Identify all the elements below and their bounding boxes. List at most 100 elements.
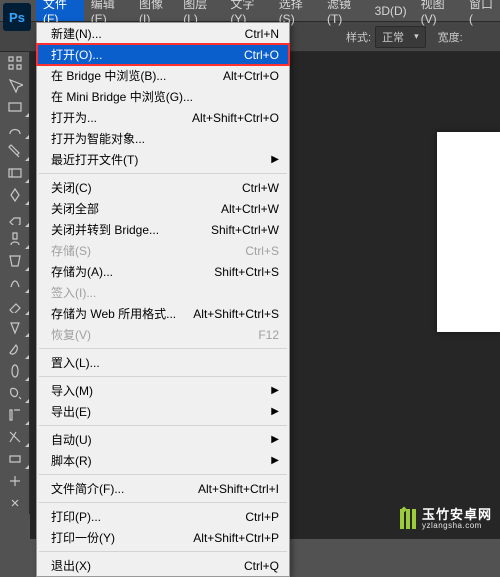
menu-item-23[interactable]: 脚本(R) ▶	[37, 450, 289, 471]
menu-item-label: 签入(I)...	[51, 284, 96, 301]
menu-separator	[39, 474, 287, 475]
chevron-right-icon: ▶	[271, 385, 279, 396]
menu-item-shortcut: Alt+Shift+Ctrl+I	[198, 482, 279, 496]
menu-item-label: 打开为智能对象...	[51, 130, 145, 147]
menu-item-5[interactable]: 打开为智能对象...	[37, 128, 289, 149]
menu-item-shortcut: Shift+Ctrl+W	[211, 223, 279, 237]
menu-item-shortcut: Ctrl+S	[245, 244, 279, 258]
menu-item-10[interactable]: 关闭并转到 Bridge... Shift+Ctrl+W	[37, 219, 289, 240]
stamp-tool[interactable]	[0, 250, 30, 272]
menu-5[interactable]: 选择(S)	[272, 0, 320, 21]
menu-item-19[interactable]: 导入(M) ▶	[37, 380, 289, 401]
hand-tool[interactable]	[0, 470, 30, 492]
menu-item-15: 恢复(V) F12	[37, 324, 289, 345]
menu-item-label: 文件简介(F)...	[51, 480, 124, 497]
menu-4[interactable]: 文字(Y)	[223, 0, 271, 21]
menu-item-label: 最近打开文件(T)	[51, 151, 138, 168]
type-tool[interactable]	[0, 404, 30, 426]
menu-item-11: 存储(S) Ctrl+S	[37, 240, 289, 261]
menu-item-label: 导入(M)	[51, 382, 93, 399]
menu-item-20[interactable]: 导出(E)▶	[37, 401, 289, 422]
style-select[interactable]: 正常 ▾	[375, 26, 426, 48]
expand-icon[interactable]	[0, 52, 30, 74]
menu-item-label: 脚本(R)	[51, 452, 92, 469]
menu-separator	[39, 425, 287, 426]
menu-item-label: 存储为(A)...	[51, 263, 113, 280]
move-tool[interactable]	[0, 74, 30, 96]
canvas-document[interactable]	[437, 132, 500, 332]
menu-item-4[interactable]: 打开为...Alt+Shift+Ctrl+O	[37, 107, 289, 128]
menu-item-0[interactable]: 新建(N)...Ctrl+N	[37, 23, 289, 44]
watermark-title: 玉竹安卓网	[422, 508, 492, 522]
eraser-tool[interactable]	[0, 294, 30, 316]
menu-item-14[interactable]: 存储为 Web 所用格式...Alt+Shift+Ctrl+S	[37, 303, 289, 324]
menu-item-label: 导出(E)	[51, 403, 91, 420]
history-brush-tool[interactable]	[0, 272, 30, 294]
eyedropper-tool[interactable]	[0, 184, 30, 206]
menu-item-17[interactable]: 置入(L)...	[37, 352, 289, 373]
menu-item-27[interactable]: 打印(P)...Ctrl+P	[37, 506, 289, 527]
chevron-right-icon: ▶	[271, 434, 279, 445]
pen-tool[interactable]	[0, 382, 30, 404]
blur-tool[interactable]	[0, 338, 30, 360]
menu-item-label: 退出(X)	[51, 557, 91, 574]
menu-item-1[interactable]: 打开(O)... Ctrl+O	[37, 44, 289, 65]
menu-item-shortcut: Ctrl+O	[244, 48, 279, 62]
menu-2[interactable]: 图像(I)	[132, 0, 176, 21]
menu-item-label: 关闭(C)	[51, 179, 92, 196]
menu-item-shortcut: Shift+Ctrl+S	[214, 265, 279, 279]
zoom-tool[interactable]	[0, 492, 30, 514]
path-tool[interactable]	[0, 426, 30, 448]
menu-item-6[interactable]: 最近打开文件(T)▶	[37, 149, 289, 170]
menu-item-28[interactable]: 打印一份(Y)Alt+Shift+Ctrl+P	[37, 527, 289, 548]
dodge-tool[interactable]	[0, 360, 30, 382]
menu-item-13: 签入(I)...	[37, 282, 289, 303]
menu-item-label: 打开(O)...	[51, 46, 102, 63]
chevron-right-icon: ▶	[271, 455, 279, 466]
menu-1[interactable]: 编辑(E)	[84, 0, 132, 21]
menu-item-shortcut: Alt+Shift+Ctrl+P	[193, 531, 279, 545]
menu-item-30[interactable]: 退出(X) Ctrl+Q	[37, 555, 289, 576]
menu-8[interactable]: 视图(V)	[414, 0, 462, 21]
brush-tool[interactable]	[0, 228, 30, 250]
gradient-tool[interactable]	[0, 316, 30, 338]
menu-item-shortcut: Ctrl+P	[245, 510, 279, 524]
ps-logo: Ps	[3, 3, 31, 31]
menu-separator	[39, 502, 287, 503]
menu-3[interactable]: 图层(L)	[176, 0, 223, 21]
menu-7[interactable]: 3D(D)	[368, 0, 414, 21]
crop-tool[interactable]	[0, 162, 30, 184]
width-label: 宽度:	[438, 29, 463, 45]
menu-0[interactable]: 文件(F)	[36, 0, 84, 21]
menu-separator	[39, 173, 287, 174]
menu-separator	[39, 551, 287, 552]
menu-item-9[interactable]: 关闭全部Alt+Ctrl+W	[37, 198, 289, 219]
healing-tool[interactable]	[0, 206, 30, 228]
menu-item-label: 存储(S)	[51, 242, 91, 259]
menu-item-shortcut: Alt+Ctrl+W	[221, 202, 279, 216]
menu-item-shortcut: Alt+Shift+Ctrl+S	[193, 307, 279, 321]
menu-item-label: 关闭并转到 Bridge...	[51, 221, 159, 238]
menu-item-label: 置入(L)...	[51, 354, 100, 371]
menu-item-label: 自动(U)	[51, 431, 92, 448]
shape-tool[interactable]	[0, 448, 30, 470]
menu-item-12[interactable]: 存储为(A)... Shift+Ctrl+S	[37, 261, 289, 282]
menu-item-3[interactable]: 在 Mini Bridge 中浏览(G)...	[37, 86, 289, 107]
menu-item-label: 在 Mini Bridge 中浏览(G)...	[51, 88, 193, 105]
menu-item-label: 恢复(V)	[51, 326, 91, 343]
menu-9[interactable]: 窗口(	[462, 0, 500, 21]
lasso-tool[interactable]	[0, 118, 30, 140]
wand-tool[interactable]	[0, 140, 30, 162]
menu-item-shortcut: Ctrl+Q	[244, 559, 279, 573]
menu-item-22[interactable]: 自动(U) ▶	[37, 429, 289, 450]
menu-item-label: 打开为...	[51, 109, 97, 126]
menu-item-shortcut: F12	[258, 328, 279, 342]
menu-6[interactable]: 滤镜(T)	[320, 0, 368, 21]
menu-item-2[interactable]: 在 Bridge 中浏览(B)...Alt+Ctrl+O	[37, 65, 289, 86]
menu-item-25[interactable]: 文件简介(F)... Alt+Shift+Ctrl+I	[37, 478, 289, 499]
watermark: 玉竹安卓网 yzlangsha.com	[400, 508, 492, 531]
file-menu-dropdown: 新建(N)...Ctrl+N 打开(O)... Ctrl+O 在 Bridge 中浏览…	[36, 22, 290, 577]
menu-item-8[interactable]: 关闭(C)Ctrl+W	[37, 177, 289, 198]
menu-item-label: 新建(N)...	[51, 25, 102, 42]
marquee-tool[interactable]	[0, 96, 30, 118]
